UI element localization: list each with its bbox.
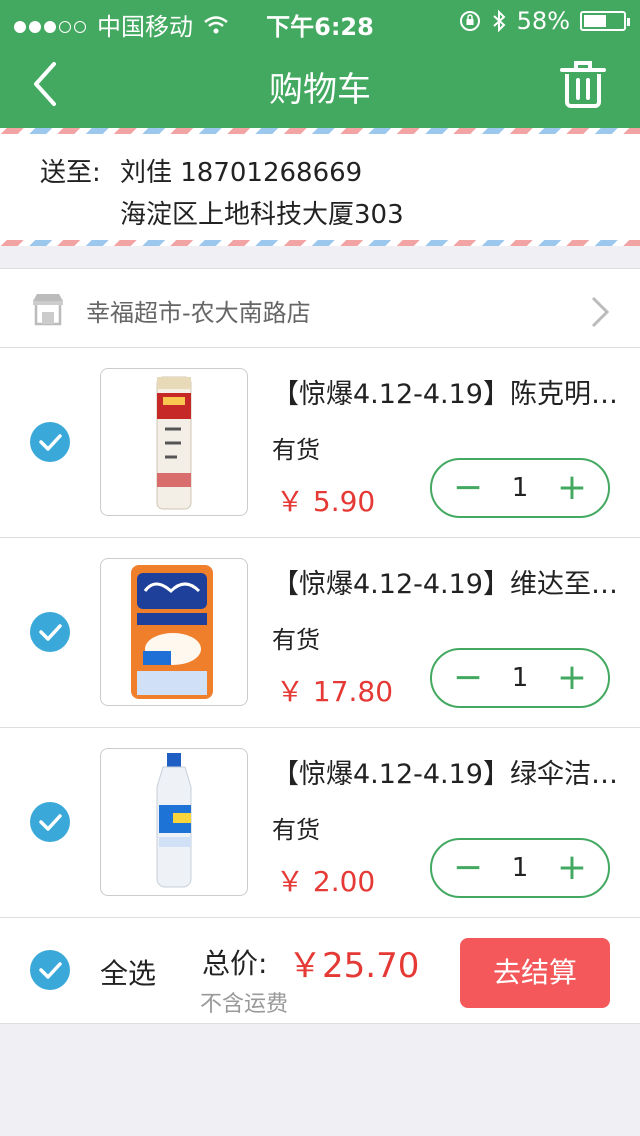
- battery-percent: 58%: [516, 7, 570, 35]
- stock-status: 有货: [272, 816, 320, 844]
- quantity-value: 1: [511, 663, 529, 693]
- select-all-label[interactable]: 全选: [100, 952, 156, 992]
- product-image-noodles[interactable]: [100, 368, 248, 516]
- address-label: 送至:: [40, 158, 101, 188]
- delivery-address[interactable]: 送至: 刘佳 18701268669 海淀区上地科技大厦303: [0, 128, 640, 246]
- decrease-button[interactable]: −: [438, 840, 498, 896]
- store-row[interactable]: 幸福超市-农大南路店: [0, 268, 640, 348]
- product-image-cleaner[interactable]: [100, 748, 248, 896]
- quantity-stepper: − 1 +: [430, 458, 610, 518]
- product-title[interactable]: 【惊爆4.12-4.19】维达至有分量卷纸: [272, 562, 640, 601]
- increase-button[interactable]: +: [542, 840, 602, 896]
- product-image-tissue[interactable]: [100, 558, 248, 706]
- stock-status: 有货: [272, 626, 320, 654]
- airmail-stripe-bottom: [0, 240, 640, 246]
- airmail-stripe-top: [0, 128, 640, 134]
- header-bar: 中国移动 下午6:28 58% 购物车: [0, 0, 640, 128]
- checkbox-checked-icon[interactable]: [30, 802, 70, 842]
- orientation-lock-icon: [459, 11, 480, 31]
- increase-button[interactable]: +: [542, 460, 602, 516]
- checkbox-checked-icon[interactable]: [30, 422, 70, 462]
- product-title[interactable]: 【惊爆4.12-4.19】陈克明劲道挂面: [272, 372, 640, 411]
- quantity-value: 1: [511, 853, 529, 883]
- battery-icon: [580, 11, 630, 31]
- product-price: ￥ 17.80: [276, 675, 394, 708]
- address-line: 海淀区上地科技大厦303: [120, 200, 404, 230]
- chevron-right-icon: [591, 296, 610, 328]
- stock-status: 有货: [272, 436, 320, 464]
- decrease-button[interactable]: −: [438, 460, 498, 516]
- select-all-checkbox-icon[interactable]: [30, 950, 70, 990]
- checkbox-checked-icon[interactable]: [30, 612, 70, 652]
- trash-icon[interactable]: [558, 58, 608, 110]
- total-label: 总价:: [202, 947, 268, 980]
- checkout-button[interactable]: 去结算: [460, 938, 610, 1008]
- product-price: ￥ 2.00: [276, 865, 376, 898]
- bluetooth-icon: [492, 9, 506, 33]
- store-name: 幸福超市-农大南路店: [86, 299, 311, 327]
- shipping-note: 不含运费: [200, 992, 289, 1017]
- cart-item: 【惊爆4.12-4.19】维达至有分量卷纸 有货 ￥ 17.80 − 1 +: [0, 538, 640, 728]
- store-icon: [33, 294, 63, 326]
- product-price: ￥ 5.90: [276, 485, 376, 518]
- cart-item: 【惊爆4.12-4.19】陈克明劲道挂面 有货 ￥ 5.90 − 1 +: [0, 348, 640, 538]
- quantity-stepper: − 1 +: [430, 648, 610, 708]
- increase-button[interactable]: +: [542, 650, 602, 706]
- recipient-name-phone: 刘佳 18701268669: [120, 158, 363, 188]
- checkout-bar: 全选 总价: ￥25.70 不含运费 去结算: [0, 918, 640, 1024]
- cart-item: 【惊爆4.12-4.19】绿伞洁厕液 有货 ￥ 2.00 − 1 +: [0, 728, 640, 918]
- product-title[interactable]: 【惊爆4.12-4.19】绿伞洁厕液: [272, 752, 640, 791]
- quantity-stepper: − 1 +: [430, 838, 610, 898]
- page-title: 购物车: [269, 70, 371, 110]
- decrease-button[interactable]: −: [438, 650, 498, 706]
- status-bar: 中国移动 下午6:28 58%: [0, 0, 640, 41]
- quantity-value: 1: [511, 473, 529, 503]
- total-price: ￥25.70: [288, 946, 420, 986]
